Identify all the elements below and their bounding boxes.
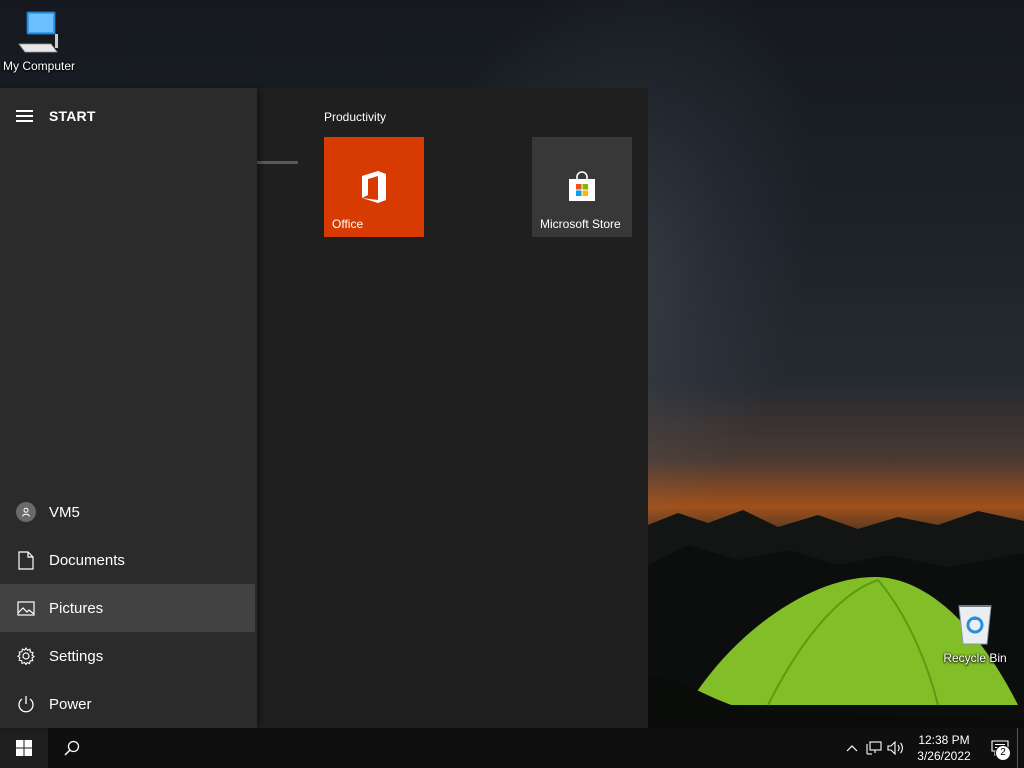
sidebar-item-power[interactable]: Power [0, 680, 257, 728]
show-desktop-button[interactable] [1017, 728, 1024, 768]
recycle-bin-label: Recycle Bin [943, 651, 1007, 665]
pictures-icon [16, 598, 36, 618]
store-bag-icon [569, 171, 595, 201]
office-icon [362, 171, 386, 203]
tile-office[interactable]: Office [324, 137, 424, 237]
sidebar-item-documents-label: Documents [49, 551, 125, 569]
start-menu: START VM5 Documents Pictures Settings Po… [0, 88, 648, 728]
notification-count-badge: 2 [995, 745, 1011, 761]
hamburger-menu-icon[interactable] [16, 110, 33, 122]
windows-logo-icon [16, 740, 32, 756]
network-icon[interactable] [863, 728, 885, 768]
document-icon [16, 550, 36, 570]
tile-microsoft-store-label: Microsoft Store [540, 217, 621, 231]
sidebar-item-documents[interactable]: Documents [0, 536, 257, 584]
system-tray: 12:38 PM 3/26/2022 2 [841, 728, 1024, 768]
gear-icon [16, 646, 36, 666]
start-sidebar-items: VM5 Documents Pictures Settings Power [0, 488, 257, 728]
sidebar-item-pictures-label: Pictures [49, 599, 104, 617]
sidebar-item-user[interactable]: VM5 [0, 488, 257, 536]
recycle-bin-icon [958, 605, 992, 645]
sidebar-item-power-label: Power [49, 695, 92, 713]
chevron-up-icon[interactable] [841, 728, 863, 768]
user-avatar-icon [16, 502, 36, 522]
my-computer-desktop-icon[interactable]: My Computer [0, 8, 81, 73]
volume-icon[interactable] [885, 728, 907, 768]
start-button[interactable] [0, 728, 48, 768]
clock-date: 3/26/2022 [917, 749, 971, 763]
tile-group-label[interactable]: Productivity [324, 110, 386, 124]
tile-microsoft-store[interactable]: Microsoft Store [532, 137, 632, 237]
sidebar-item-settings-label: Settings [49, 647, 104, 665]
start-header: START [0, 88, 257, 144]
clock-time: 12:38 PM [918, 733, 970, 747]
recycle-bin-desktop-icon[interactable]: Recycle Bin [933, 602, 1017, 665]
action-center-button[interactable]: 2 [983, 728, 1017, 768]
clock[interactable]: 12:38 PM 3/26/2022 [913, 732, 975, 764]
tile-office-label: Office [332, 217, 364, 231]
my-computer-label: My Computer [2, 59, 76, 73]
start-tiles-area: Productivity Office Microsoft Store [257, 88, 648, 728]
start-title: START [49, 108, 96, 124]
scroll-indicator[interactable] [257, 161, 298, 164]
sidebar-item-pictures[interactable]: Pictures [0, 584, 255, 632]
taskbar: 12:38 PM 3/26/2022 2 [0, 728, 1024, 768]
sidebar-item-user-label: VM5 [49, 503, 80, 521]
start-menu-sidebar: START VM5 Documents Pictures Settings Po… [0, 88, 257, 728]
power-icon [16, 694, 36, 714]
search-icon [64, 740, 80, 756]
search-button[interactable] [48, 728, 96, 768]
sidebar-item-settings[interactable]: Settings [0, 632, 257, 680]
computer-icon [18, 11, 58, 53]
